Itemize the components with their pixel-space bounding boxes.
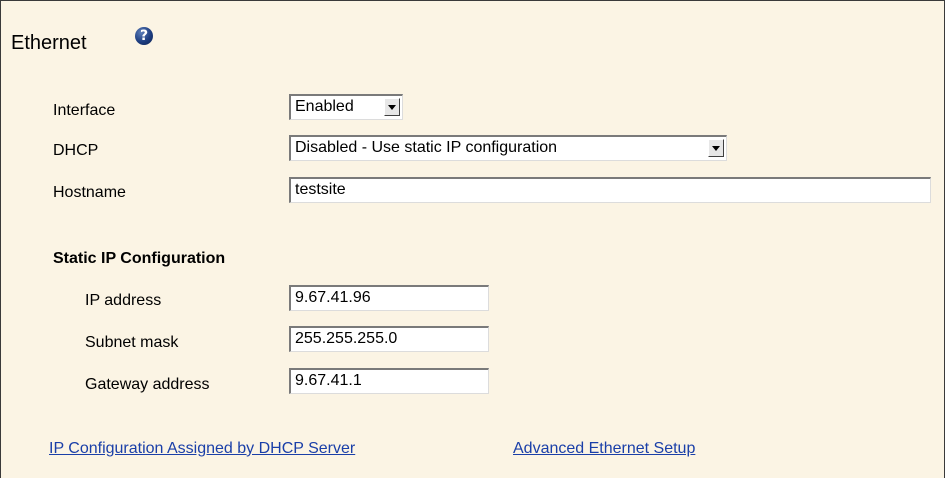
- dhcp-label: DHCP: [53, 142, 99, 159]
- hostname-label: Hostname: [53, 184, 126, 201]
- ip-address-label: IP address: [85, 292, 162, 309]
- interface-select[interactable]: Enabled: [289, 94, 403, 120]
- dhcp-select-value: Disabled - Use static IP configuration: [295, 139, 558, 156]
- ethernet-panel: Ethernet ? Interface Enabled DHCP Disabl…: [0, 0, 945, 478]
- page-title: Ethernet: [11, 32, 87, 54]
- dhcp-assigned-config-link[interactable]: IP Configuration Assigned by DHCP Server: [49, 439, 355, 459]
- chevron-down-icon[interactable]: [708, 139, 724, 157]
- interface-select-value: Enabled: [295, 98, 354, 115]
- dhcp-select[interactable]: Disabled - Use static IP configuration: [289, 135, 727, 161]
- gateway-address-label: Gateway address: [85, 376, 210, 393]
- hostname-field[interactable]: testsite: [289, 177, 931, 203]
- help-icon[interactable]: ?: [135, 27, 153, 45]
- advanced-ethernet-setup-link[interactable]: Advanced Ethernet Setup: [513, 439, 695, 459]
- subnet-mask-field[interactable]: 255.255.255.0: [289, 326, 489, 352]
- gateway-address-field[interactable]: 9.67.41.1: [289, 368, 489, 394]
- static-ip-heading: Static IP Configuration: [53, 250, 226, 267]
- interface-label: Interface: [53, 102, 116, 119]
- subnet-mask-label: Subnet mask: [85, 334, 179, 351]
- chevron-down-icon[interactable]: [384, 98, 400, 116]
- ip-address-field[interactable]: 9.67.41.96: [289, 285, 489, 311]
